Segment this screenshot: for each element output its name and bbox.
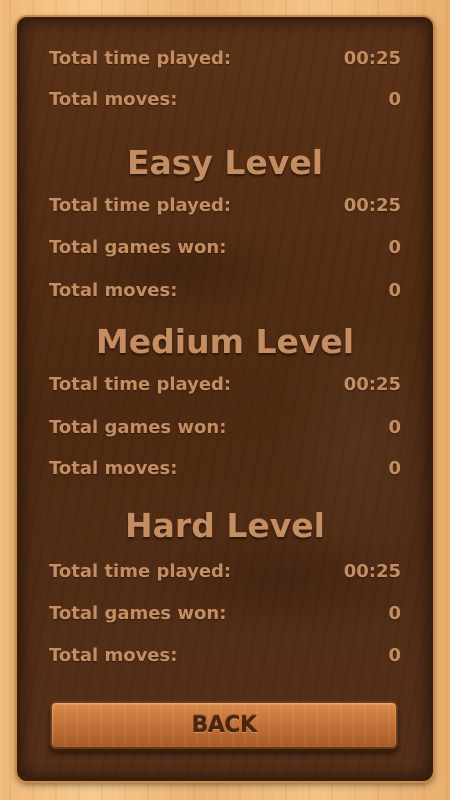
hard-won-value: 0 <box>388 602 401 624</box>
medium-time-value: 00:25 <box>343 373 401 395</box>
easy-time-row: Total time played: 00:25 <box>49 191 401 219</box>
easy-won-value: 0 <box>388 236 401 258</box>
overall-time-label: Total time played: <box>49 47 232 69</box>
medium-level-heading: Medium Level <box>95 322 355 361</box>
overall-moves-row: Total moves: 0 <box>49 85 401 113</box>
medium-time-label: Total time played: <box>49 373 232 395</box>
easy-moves-value: 0 <box>388 279 401 301</box>
hard-won-row: Total games won: 0 <box>49 599 401 627</box>
hard-moves-value: 0 <box>388 644 401 666</box>
overall-moves-value: 0 <box>388 88 401 110</box>
easy-moves-label: Total moves: <box>49 279 178 301</box>
medium-moves-row: Total moves: 0 <box>49 454 401 482</box>
easy-won-label: Total games won: <box>49 236 227 258</box>
hard-moves-row: Total moves: 0 <box>49 641 401 669</box>
back-button[interactable]: BACK <box>50 701 398 749</box>
easy-level-heading: Easy Level <box>126 143 324 182</box>
easy-time-label: Total time played: <box>49 194 232 216</box>
hard-time-label: Total time played: <box>49 560 232 582</box>
medium-moves-label: Total moves: <box>49 457 178 479</box>
medium-won-label: Total games won: <box>49 416 227 438</box>
back-button-label: BACK <box>191 712 258 738</box>
medium-moves-value: 0 <box>388 457 401 479</box>
easy-moves-row: Total moves: 0 <box>49 276 401 304</box>
hard-moves-label: Total moves: <box>49 644 178 666</box>
medium-won-value: 0 <box>388 416 401 438</box>
medium-won-row: Total games won: 0 <box>49 413 401 441</box>
easy-won-row: Total games won: 0 <box>49 233 401 261</box>
easy-time-value: 00:25 <box>343 194 401 216</box>
hard-level-heading: Hard Level <box>125 506 325 545</box>
hard-time-row: Total time played: 00:25 <box>49 557 401 585</box>
overall-time-value: 00:25 <box>343 47 401 69</box>
overall-moves-label: Total moves: <box>49 88 178 110</box>
hard-won-label: Total games won: <box>49 602 227 624</box>
medium-time-row: Total time played: 00:25 <box>49 370 401 398</box>
overall-time-row: Total time played: 00:25 <box>49 44 401 72</box>
hard-time-value: 00:25 <box>343 560 401 582</box>
